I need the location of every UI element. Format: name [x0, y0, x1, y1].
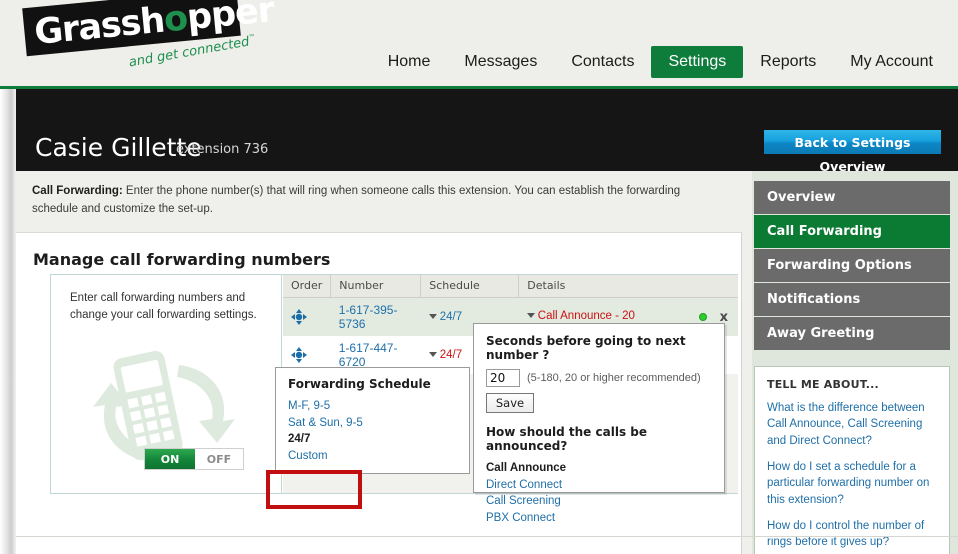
back-to-settings-overview-button[interactable]: Back to Settings Overview — [764, 130, 941, 174]
forwarding-number-link[interactable]: 1-617-447-6720 — [339, 341, 398, 369]
chevron-down-icon[interactable] — [428, 352, 437, 358]
call-forwarding-notice: Call Forwarding: Enter the phone number(… — [16, 171, 742, 233]
schedule-link[interactable]: 24/7 — [440, 311, 462, 323]
schedule-link[interactable]: 24/7 — [440, 349, 462, 361]
sidebar-nav: Overview Call Forwarding Forwarding Opti… — [754, 181, 950, 351]
nav-item-contacts[interactable]: Contacts — [554, 46, 651, 78]
user-banner: Casie Gillette extension 736 Back to Set… — [16, 89, 958, 174]
schedule-option-weekend[interactable]: Sat & Sun, 9-5 — [288, 415, 457, 432]
cell-number-1: 1-617-395-5736 — [330, 297, 421, 336]
nav-item-reports[interactable]: Reports — [743, 46, 833, 78]
chevron-down-icon[interactable] — [428, 314, 437, 320]
column-header-details: Details — [518, 275, 738, 298]
call-forwarding-toggle[interactable]: ON OFF — [144, 448, 244, 470]
status-badge — [698, 313, 707, 321]
extension-label: extension 736 — [176, 142, 269, 157]
schedule-option-247[interactable]: 24/7 — [288, 431, 457, 448]
column-header-schedule: Schedule — [420, 275, 520, 298]
sidebar-item-away-greeting[interactable]: Away Greeting — [754, 317, 950, 351]
forwarding-info-box: Enter call forwarding numbers and change… — [51, 275, 282, 493]
column-header-number: Number — [330, 275, 422, 298]
section-title: Manage call forwarding numbers — [33, 249, 331, 269]
tell-me-about-box: TELL ME ABOUT... What is the difference … — [754, 366, 950, 554]
announce-option-direct-connect[interactable]: Direct Connect — [486, 477, 712, 494]
move-handle-icon[interactable] — [291, 347, 307, 363]
nav-item-messages[interactable]: Messages — [447, 46, 554, 78]
sidebar-item-overview[interactable]: Overview — [754, 181, 950, 215]
seconds-input-row: (5-180, 20 or higher recommended) — [486, 369, 712, 387]
announce-option-pbx-connect[interactable]: PBX Connect — [486, 510, 712, 527]
cell-order-1 — [283, 297, 331, 336]
chevron-down-icon[interactable] — [526, 312, 535, 318]
table-header-row: Order Number Schedule Details — [283, 275, 738, 298]
help-link-announce-difference[interactable]: What is the difference between Call Anno… — [767, 400, 937, 449]
sidebar-item-forwarding-options[interactable]: Forwarding Options — [754, 249, 950, 283]
sidebar-item-call-forwarding[interactable]: Call Forwarding — [754, 215, 950, 249]
announce-option-call-announce[interactable]: Call Announce — [486, 460, 712, 477]
details-link[interactable]: Call Announce - 20 — [538, 310, 635, 322]
move-handle-icon[interactable] — [291, 309, 307, 325]
page-root: Grasshopper and get connected™ Home Mess… — [0, 0, 958, 554]
announce-question-label: How should the calls be announced? — [486, 425, 647, 453]
help-link-set-schedule[interactable]: How do I set a schedule for a particular… — [767, 459, 937, 508]
help-link-control-rings[interactable]: How do I control the number of rings bef… — [767, 518, 937, 551]
page-left-edge — [0, 89, 16, 554]
logo-trademark: ™ — [247, 32, 257, 42]
notice-text: Enter the phone number(s) that will ring… — [32, 185, 681, 215]
primary-navigation: Home Messages Contacts Settings Reports … — [371, 46, 950, 78]
nav-item-home[interactable]: Home — [371, 46, 448, 78]
nav-item-settings[interactable]: Settings — [651, 46, 744, 78]
announce-option-call-screening[interactable]: Call Screening — [486, 493, 712, 510]
save-button[interactable]: Save — [486, 393, 534, 413]
settings-sidebar: Overview Call Forwarding Forwarding Opti… — [752, 171, 958, 554]
forwarding-number-link[interactable]: 1-617-395-5736 — [339, 303, 398, 331]
toggle-on-option[interactable]: ON — [145, 449, 195, 469]
site-header: Grasshopper and get connected™ Home Mess… — [0, 0, 958, 86]
seconds-question-label: Seconds before going to next number ? — [486, 334, 686, 362]
schedule-flyout-title: Forwarding Schedule — [288, 377, 431, 391]
column-header-order: Order — [283, 275, 332, 298]
call-announce-flyout: Seconds before going to next number ? (5… — [473, 323, 725, 524]
info-box-text: Enter call forwarding numbers and change… — [70, 292, 257, 322]
seconds-input[interactable] — [486, 369, 520, 387]
schedule-option-custom[interactable]: Custom — [288, 448, 457, 465]
sidebar-item-notifications[interactable]: Notifications — [754, 283, 950, 317]
tell-me-about-title: TELL ME ABOUT... — [767, 378, 879, 391]
seconds-hint: (5-180, 20 or higher recommended) — [527, 372, 701, 384]
table-head: Order Number Schedule Details — [283, 275, 738, 298]
footer-divider — [16, 536, 958, 537]
toggle-off-option[interactable]: OFF — [195, 449, 243, 469]
schedule-option-mf[interactable]: M-F, 9-5 — [288, 398, 457, 415]
nav-item-my-account[interactable]: My Account — [833, 46, 950, 78]
forwarding-schedule-flyout: Forwarding Schedule M-F, 9-5 Sat & Sun, … — [275, 367, 470, 474]
grasshopper-logo[interactable]: Grasshopper and get connected™ — [18, 0, 276, 76]
notice-label: Call Forwarding: — [32, 185, 123, 197]
logo-text-part3: pper — [185, 0, 276, 39]
